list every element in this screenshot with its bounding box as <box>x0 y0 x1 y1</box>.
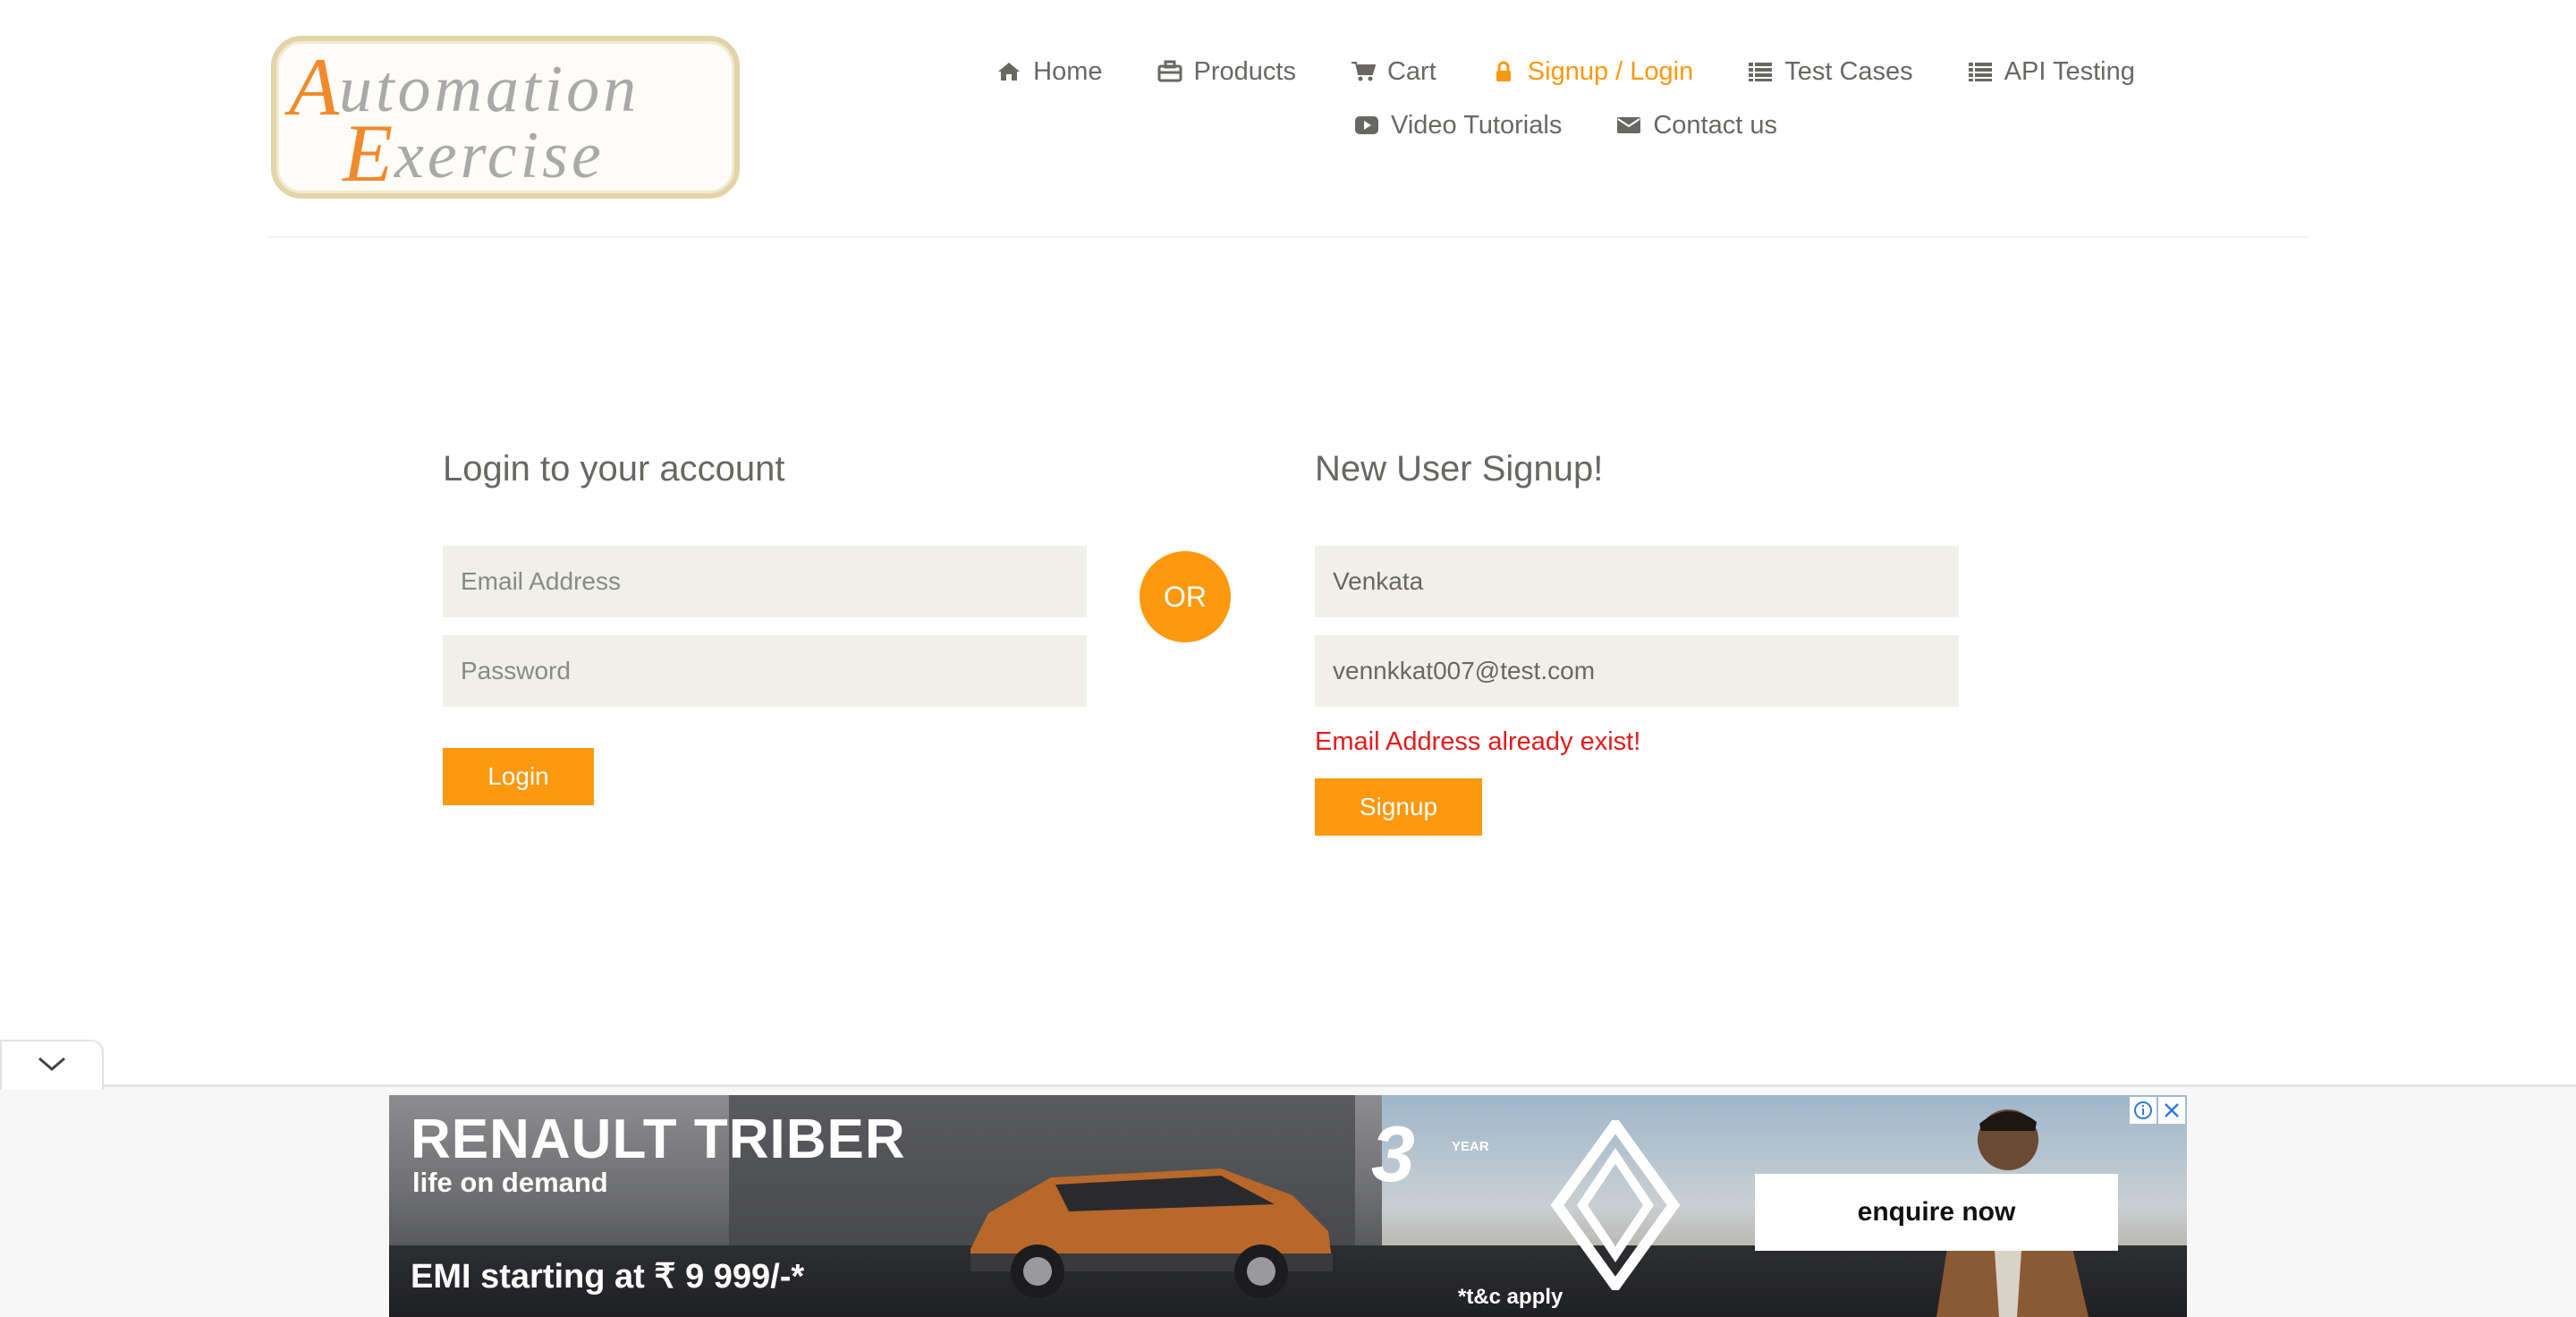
svg-text:A: A <box>284 41 340 132</box>
nav-contact-us[interactable]: Contact us <box>1615 111 1777 140</box>
ad-warranty-badge: 3 YEAR <box>1371 1115 1489 1194</box>
nav-row-secondary: Video Tutorials Contact us <box>984 104 2147 147</box>
nav-products[interactable]: Products <box>1157 57 1296 87</box>
ad-car-image <box>970 1168 1333 1298</box>
ad-close-icon[interactable] <box>2158 1097 2185 1124</box>
ad-subtitle: life on demand <box>412 1167 608 1198</box>
ad-collapse-toggle[interactable] <box>0 1040 104 1090</box>
header-divider <box>268 236 2308 238</box>
nav-home-label: Home <box>1033 56 1103 86</box>
svg-text:E: E <box>341 107 393 193</box>
list-icon <box>1747 58 1774 85</box>
main-nav: Home Products Cart Signup / Login Test C… <box>984 50 2147 157</box>
signup-name-input[interactable] <box>1315 546 1959 617</box>
ad-enquire-button[interactable]: enquire now <box>1755 1174 2118 1251</box>
ad-info-icon[interactable] <box>2130 1097 2157 1124</box>
svg-text:xercise: xercise <box>394 119 605 192</box>
cart-icon <box>1350 58 1377 85</box>
nav-contact-us-label: Contact us <box>1653 110 1777 140</box>
site-logo[interactable]: A utomation E xercise <box>271 36 740 199</box>
signup-email-input[interactable] <box>1315 635 1959 707</box>
nav-video-tutorials[interactable]: Video Tutorials <box>1353 111 1562 140</box>
renault-logo-icon <box>1550 1120 1681 1290</box>
nav-products-label: Products <box>1193 56 1296 86</box>
or-divider: OR <box>1140 551 1231 642</box>
envelope-icon <box>1615 112 1642 139</box>
signup-title: New User Signup! <box>1315 449 1604 489</box>
nav-signup-login[interactable]: Signup / Login <box>1490 57 1693 87</box>
nav-api-testing-label: API Testing <box>2004 56 2135 86</box>
briefcase-icon <box>1157 58 1183 85</box>
login-password-input[interactable] <box>443 635 1087 707</box>
nav-video-tutorials-label: Video Tutorials <box>1391 110 1563 140</box>
login-email-input[interactable] <box>443 546 1087 617</box>
nav-signup-login-label: Signup / Login <box>1527 56 1694 86</box>
site-header: A utomation E xercise Home Products Cart… <box>0 0 2576 238</box>
ad-terms-text: *t&c apply <box>1458 1285 1563 1309</box>
login-button[interactable]: Login <box>443 748 594 805</box>
youtube-play-icon <box>1353 112 1380 139</box>
nav-cart-label: Cart <box>1386 56 1436 86</box>
nav-api-testing[interactable]: API Testing <box>1967 57 2135 87</box>
nav-home[interactable]: Home <box>996 56 1103 87</box>
home-icon <box>996 58 1022 85</box>
ad-warranty-number: 3 <box>1371 1109 1415 1198</box>
nav-test-cases[interactable]: Test Cases <box>1747 56 1913 87</box>
lock-icon <box>1490 58 1517 85</box>
ad-title: RENAULT TRIBER <box>411 1109 906 1170</box>
signup-button[interactable]: Signup <box>1315 778 1482 836</box>
ad-banner[interactable]: RENAULT TRIBER life on demand EMI starti… <box>389 1095 2187 1317</box>
signup-error-message: Email Address already exist! <box>1315 727 1641 756</box>
nav-test-cases-label: Test Cases <box>1784 56 1913 86</box>
chevron-down-icon <box>37 1055 67 1077</box>
list-icon <box>1967 58 1994 85</box>
nav-cart[interactable]: Cart <box>1350 57 1436 87</box>
ad-emi-text: EMI starting at ₹ 9 999/-* <box>411 1258 805 1296</box>
ad-warranty-label: YEAR <box>1452 1139 1489 1154</box>
nav-row-primary: Home Products Cart Signup / Login Test C… <box>984 50 2147 93</box>
login-title: Login to your account <box>443 449 785 489</box>
